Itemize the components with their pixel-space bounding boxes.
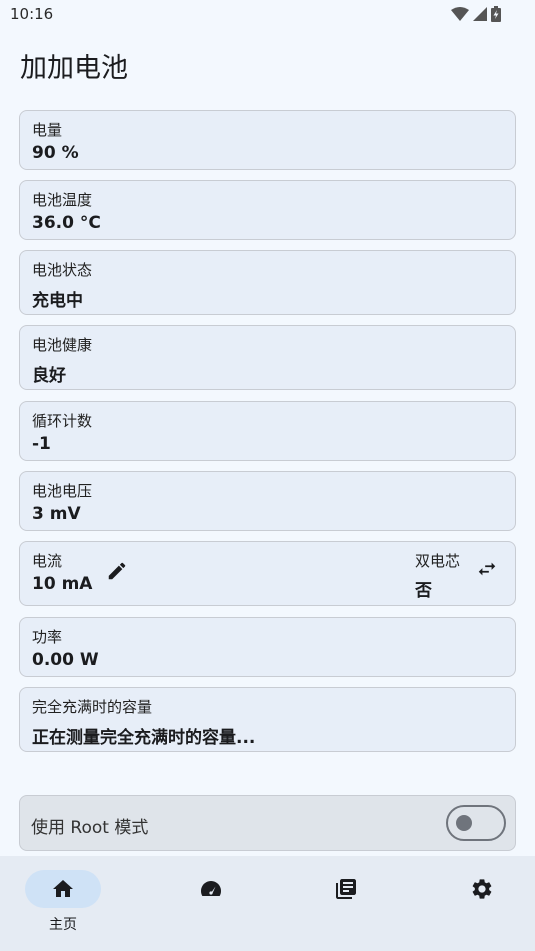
status-bar: 10:16 [0,0,535,30]
card-label: 电量 [32,121,63,139]
swap-horiz-icon[interactable] [476,558,498,580]
page-title: 加加电池 [20,53,128,84]
switch-knob [456,815,472,831]
library-books-icon [336,879,356,899]
card-value: 36.0 °C [32,213,101,233]
card-label: 电池温度 [32,191,93,209]
dual-cell-value: 否 [415,581,432,601]
nav-item-speedometer[interactable] [148,856,282,951]
wifi-icon [451,7,469,21]
card-value: -1 [32,434,51,454]
card-value: 10 mA [32,574,93,594]
battery-temperature-card: 电池温度 36.0 °C [19,180,516,240]
card-label: 功率 [32,628,63,646]
card-label: 电池电压 [32,482,93,500]
cycle-count-card: 循环计数 -1 [19,401,516,461]
battery-voltage-card: 电池电压 3 mV [19,471,516,531]
nav-item-library[interactable] [283,856,417,951]
power-card: 功率 0.00 W [19,617,516,677]
card-value: 充电中 [32,291,83,311]
nav-label-home: 主页 [49,917,77,933]
card-value: 90 % [32,143,79,163]
card-value: 0.00 W [32,650,99,670]
card-value: 3 mV [32,504,81,524]
battery-level-card: 电量 90 % [19,110,516,170]
card-label: 完全充满时的容量 [32,698,153,716]
gear-icon [472,879,492,899]
current-card: 电流 10 mA 双电芯 否 [19,541,516,606]
root-mode-row[interactable]: 使用 Root 模式 [19,795,516,851]
cellular-signal-icon [473,7,487,21]
card-label: 循环计数 [32,412,93,430]
nav-item-settings[interactable] [419,856,535,951]
card-label: 电流 [32,552,63,570]
status-time: 10:16 [10,5,54,23]
status-icons [451,6,501,22]
battery-status-card: 电池状态 充电中 [19,250,516,315]
card-value: 良好 [32,366,66,386]
full-charge-capacity-card: 完全充满时的容量 正在测量完全充满时的容量... [19,687,516,752]
home-icon [53,880,73,897]
speedometer-icon [201,881,221,896]
battery-charging-icon [491,6,501,22]
root-mode-label: 使用 Root 模式 [31,818,149,838]
nav-item-home[interactable]: 主页 [0,856,134,951]
card-value: 正在测量完全充满时的容量... [32,728,256,748]
root-mode-switch[interactable] [446,805,506,841]
card-label: 电池健康 [32,336,93,354]
edit-icon[interactable] [106,560,128,582]
battery-health-card: 电池健康 良好 [19,325,516,390]
bottom-navigation: 主页 [0,856,535,951]
card-label: 电池状态 [32,261,93,279]
dual-cell-label: 双电芯 [415,552,461,570]
